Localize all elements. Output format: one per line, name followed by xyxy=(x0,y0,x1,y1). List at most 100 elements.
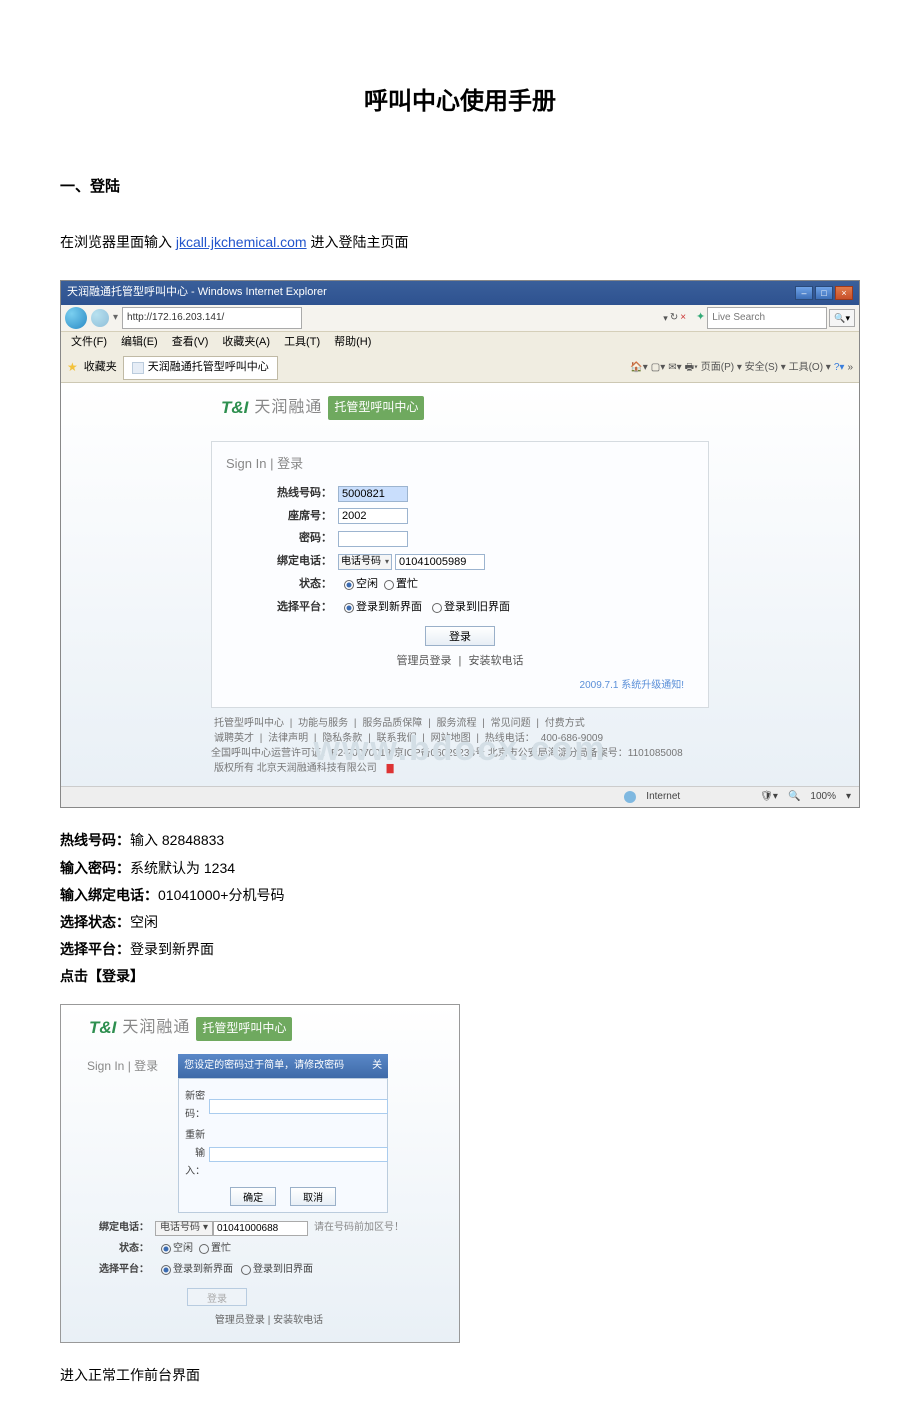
zoom-level[interactable]: 100% xyxy=(810,788,836,806)
info-bindphone-value: 01041000+分机号码 xyxy=(158,887,284,903)
search-go-button[interactable]: 🔍▾ xyxy=(829,309,855,327)
ie-menubar: 文件(F) 编辑(E) 查看(V) 收藏夹(A) 工具(T) 帮助(H) xyxy=(61,332,859,354)
info-platform-label: 选择平台： xyxy=(60,941,130,957)
browser-tab[interactable]: 天润融通托管型呼叫中心 xyxy=(123,356,278,380)
signin-title-zh: 登录 xyxy=(277,456,303,471)
more-chevron[interactable]: » xyxy=(847,359,853,377)
feed-icon[interactable]: ▢▾ xyxy=(651,359,665,377)
back-button[interactable] xyxy=(65,307,87,329)
info-hotline-label: 热线号码： xyxy=(60,832,130,848)
brand-ti-logo-2: T&I xyxy=(89,1013,116,1044)
print-icon[interactable]: 🖶▾ xyxy=(685,359,698,377)
info-platform-value: 登录到新界面 xyxy=(130,941,214,957)
under-platform-label: 选择平台： xyxy=(87,1261,149,1279)
instruction-prefix: 在浏览器里面输入 xyxy=(60,234,176,250)
under-platform-old-radio[interactable] xyxy=(241,1265,251,1275)
platform-new-radio[interactable] xyxy=(344,603,354,613)
hotline-input[interactable] xyxy=(338,486,408,502)
signin-title-zh-2: 登录 xyxy=(134,1059,158,1073)
mail-icon[interactable]: ✉▾ xyxy=(668,359,681,377)
under-softphone-link[interactable]: 安装软电话 xyxy=(273,1315,323,1326)
favorites-star-icon[interactable]: ★ xyxy=(67,357,78,379)
menu-file[interactable]: 文件(F) xyxy=(67,333,111,353)
search-box[interactable]: Live Search xyxy=(707,307,827,329)
info-state-value: 空闲 xyxy=(130,914,158,930)
bind-type-select[interactable]: 电话号码▾ xyxy=(338,554,392,570)
under-bind-label: 绑定电话： xyxy=(87,1219,149,1237)
under-bind-note: 请在号码前加区号！ xyxy=(314,1219,404,1237)
password-change-dialog: 您设定的密码过于简单，请修改密码 关 新密码： 重新输入： 确定 取消 xyxy=(178,1054,388,1213)
seat-input[interactable] xyxy=(338,508,408,524)
forward-button[interactable] xyxy=(91,309,109,327)
brand-tag: 托管型呼叫中心 xyxy=(328,396,424,420)
new-password-input[interactable] xyxy=(209,1099,388,1114)
state-label: 状态： xyxy=(226,575,338,595)
under-state-busy-text: 置忙 xyxy=(211,1240,231,1258)
screenshot-password-modal: T&I 天润融通 托管型呼叫中心 Sign In | 登录 您设定的密码过于简单… xyxy=(60,1004,460,1343)
ie-status-bar: Internet 🛡▾ 🔍 100% ▾ xyxy=(61,786,859,807)
modal-cancel-button[interactable]: 取消 xyxy=(290,1187,336,1206)
tab-favicon xyxy=(132,362,144,374)
under-state-busy-radio[interactable] xyxy=(199,1244,209,1254)
admin-login-link[interactable]: 管理员登录 xyxy=(397,655,452,667)
password-input[interactable] xyxy=(338,531,408,547)
menu-edit[interactable]: 编辑(E) xyxy=(117,333,162,353)
under-platform-old-text: 登录到旧界面 xyxy=(253,1261,313,1279)
ie-favorites-bar: ★ 收藏夹 天润融通托管型呼叫中心 🏠▾ ▢▾ ✉▾ 🖶▾ 页面(P) ▾ 安全… xyxy=(61,354,859,383)
menu-favorites[interactable]: 收藏夹(A) xyxy=(218,333,274,353)
info-password-label: 输入密码： xyxy=(60,860,130,876)
url-favicon: ▾ xyxy=(113,309,118,327)
modal-title: 您设定的密码过于简单，请修改密码 xyxy=(184,1057,344,1075)
modal-close-button[interactable]: 关 xyxy=(372,1057,382,1075)
minimize-button[interactable]: – xyxy=(795,286,813,300)
brand-ti-logo: T&I xyxy=(221,393,248,424)
close-button[interactable]: × xyxy=(835,286,853,300)
live-search-icon: ✦ xyxy=(696,308,705,328)
platform-old-radio[interactable] xyxy=(432,603,442,613)
bind-phone-input[interactable] xyxy=(395,554,485,570)
menu-tools[interactable]: 工具(T) xyxy=(280,333,324,353)
final-instruction: 进入正常工作前台界面 xyxy=(60,1363,860,1388)
login-url-link[interactable]: jkcall.jkchemical.com xyxy=(176,234,307,250)
footer-l1a[interactable]: 托管型呼叫中心 xyxy=(214,718,284,729)
footer-l2b[interactable]: 法律声明 xyxy=(268,733,308,744)
state-idle-text: 空闲 xyxy=(356,575,378,595)
signin-title-en: Sign In xyxy=(226,456,266,471)
internet-zone-label: Internet xyxy=(646,788,680,806)
underlying-form: 绑定电话： 电话号码▾ 请在号码前加区号！ 状态： 空闲 置忙 选择平台： 登录… xyxy=(87,1219,451,1330)
login-instructions-block: 热线号码：输入 82848833 输入密码：系统默认为 1234 输入绑定电话：… xyxy=(60,828,860,989)
page-menu[interactable]: 页面(P) ▾ 安全(S) ▾ 工具(O) ▾ xyxy=(701,359,831,377)
login-button[interactable]: 登录 xyxy=(425,626,495,646)
info-password-value: 系统默认为 1234 xyxy=(130,860,235,876)
menu-view[interactable]: 查看(V) xyxy=(168,333,213,353)
platform-old-text: 登录到旧界面 xyxy=(444,598,510,618)
state-idle-radio[interactable] xyxy=(344,580,354,590)
maximize-button[interactable]: □ xyxy=(815,286,833,300)
repeat-password-input[interactable] xyxy=(209,1147,388,1162)
install-softphone-link[interactable]: 安装软电话 xyxy=(468,655,523,667)
info-bindphone-label: 输入绑定电话： xyxy=(60,887,158,903)
under-admin-link[interactable]: 管理员登录 xyxy=(215,1315,265,1326)
under-state-idle-radio[interactable] xyxy=(161,1244,171,1254)
modal-ok-button[interactable]: 确定 xyxy=(230,1187,276,1206)
brand-cn-text: 天润融通 xyxy=(254,394,322,423)
window-title: 天润融通托管型呼叫中心 - Windows Internet Explorer xyxy=(67,283,327,303)
platform-new-text: 登录到新界面 xyxy=(356,598,422,618)
chevron-down-icon: ▾ xyxy=(203,1219,208,1237)
upgrade-notice[interactable]: 2009.7.1 系统升级通知! xyxy=(226,677,694,695)
under-bind-type-select[interactable]: 电话号码▾ xyxy=(155,1221,213,1236)
brand-cn-text-2: 天润融通 xyxy=(122,1014,190,1043)
home-icon[interactable]: 🏠▾ xyxy=(630,359,647,377)
repeat-password-label: 重新输入： xyxy=(185,1127,205,1181)
ie-titlebar: 天润融通托管型呼叫中心 - Windows Internet Explorer … xyxy=(61,281,859,305)
menu-help[interactable]: 帮助(H) xyxy=(330,333,375,353)
under-bind-input[interactable] xyxy=(213,1221,308,1236)
help-icon[interactable]: ?▾ xyxy=(834,359,845,377)
tab-title: 天润融通托管型呼叫中心 xyxy=(148,358,269,378)
address-bar[interactable]: http://172.16.203.141/ xyxy=(122,307,302,329)
protected-mode-icon[interactable]: 🛡▾ xyxy=(760,788,778,806)
state-busy-radio[interactable] xyxy=(384,580,394,590)
under-platform-new-radio[interactable] xyxy=(161,1265,171,1275)
section-1-heading: 一、登陆 xyxy=(60,173,860,200)
footer-l2a[interactable]: 诚聘英才 xyxy=(214,733,254,744)
